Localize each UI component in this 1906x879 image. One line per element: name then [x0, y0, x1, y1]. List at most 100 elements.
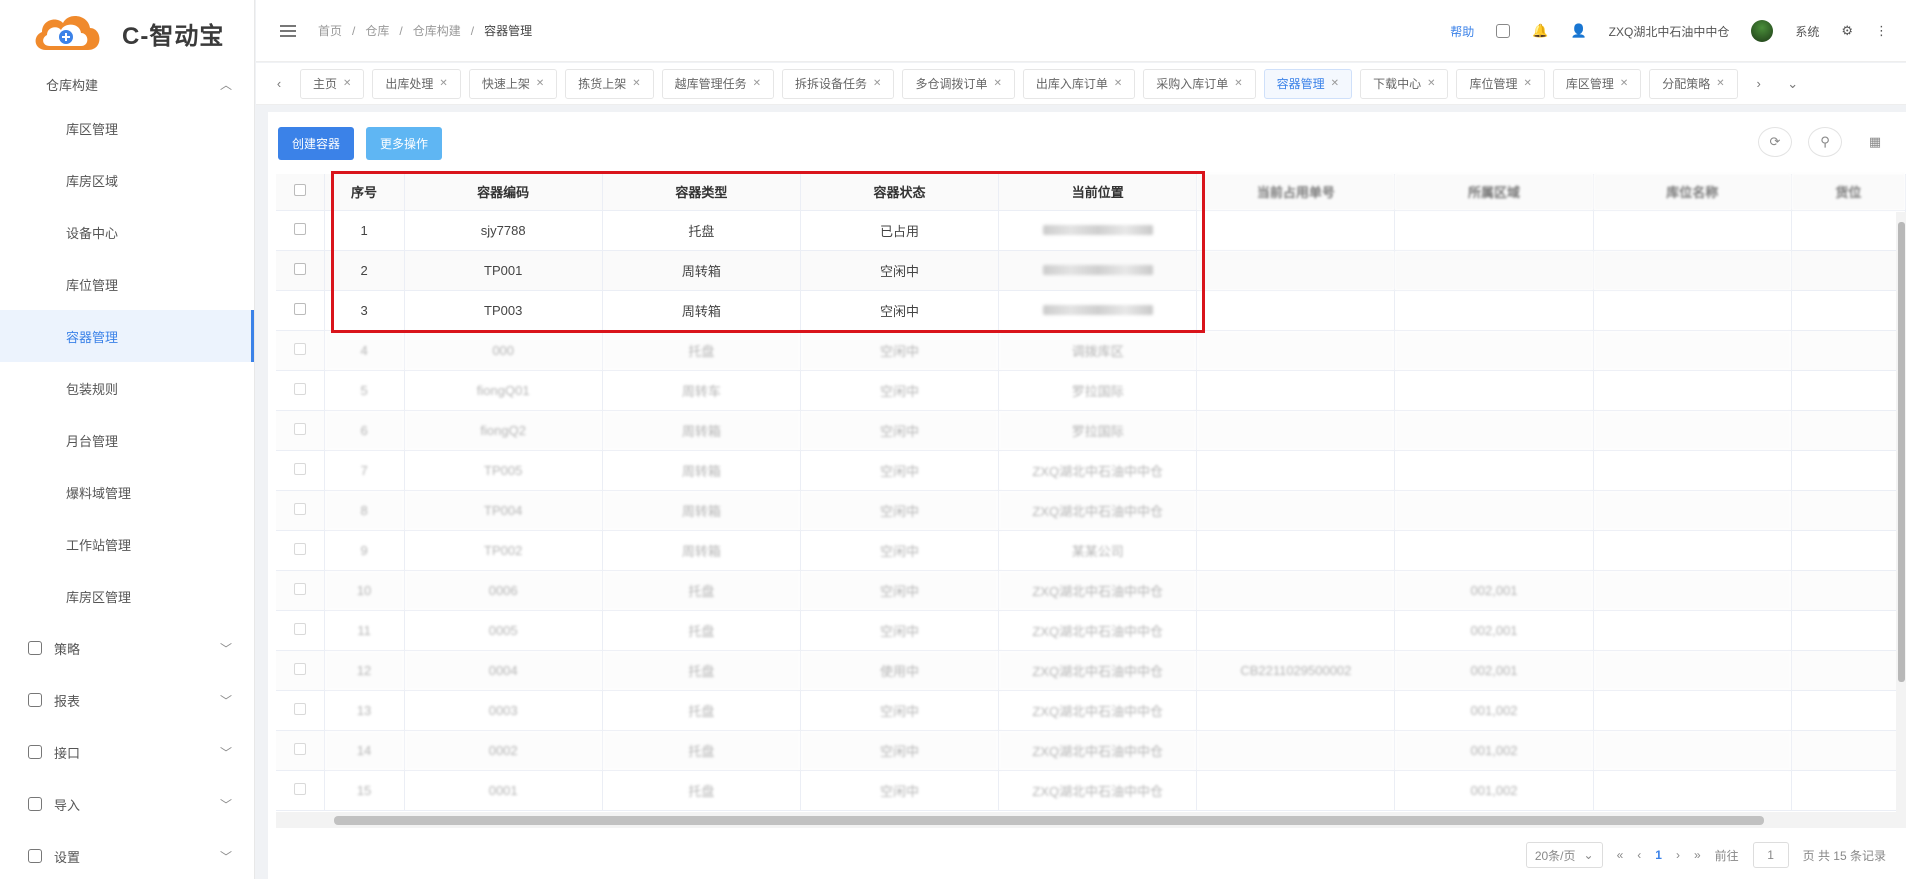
close-icon[interactable]: ✕ [1331, 78, 1339, 89]
tab[interactable]: 库区管理 ✕ [1552, 68, 1642, 99]
table-row[interactable]: 1 sjy7788 托盘 已占用 [276, 210, 1906, 251]
sidebar-section[interactable]: 接口 ﹀ [0, 726, 254, 778]
horizontal-scroll-thumb[interactable] [334, 816, 1764, 825]
close-icon[interactable]: ✕ [439, 78, 447, 89]
table-row[interactable]: 2 TP001 周转箱 空闲中 [276, 250, 1906, 291]
more-vertical-icon[interactable]: ⋮ [1875, 23, 1888, 39]
table-row[interactable]: 7 TP005 周转箱 空闲中 ZXQ湖北中石油中中仓 [276, 450, 1906, 491]
breadcrumb-item[interactable]: 仓库构建 [413, 22, 461, 39]
tab[interactable]: 主页 ✕ [300, 68, 365, 99]
column-header[interactable]: 所属区域 [1394, 174, 1594, 211]
row-checkbox-cell[interactable] [276, 210, 325, 251]
row-checkbox-cell[interactable] [276, 370, 325, 411]
tabs-dropdown-icon[interactable]: ⌄ [1780, 76, 1806, 92]
column-header[interactable]: 当前占用单号 [1196, 174, 1396, 211]
tab[interactable]: 拆拆设备任务 ✕ [782, 68, 895, 99]
sidebar-item[interactable]: 包装规则 [0, 362, 254, 414]
close-icon[interactable]: ✕ [343, 78, 351, 89]
row-checkbox-cell[interactable] [276, 530, 325, 571]
create-container-button[interactable]: 创建容器 [278, 127, 355, 160]
sidebar-section[interactable]: 导入 ﹀ [0, 778, 254, 830]
tabs-scroll-right-icon[interactable]: › [1746, 76, 1772, 91]
table-row[interactable]: 10 0006 托盘 空闲中 ZXQ湖北中石油中中仓 002,001 [276, 570, 1906, 611]
row-checkbox[interactable] [293, 702, 306, 715]
row-checkbox[interactable] [293, 342, 306, 355]
close-icon[interactable]: ✕ [1620, 78, 1628, 89]
row-checkbox-cell[interactable] [276, 570, 325, 611]
tab[interactable]: 容器管理 ✕ [1263, 68, 1353, 99]
vertical-scroll-thumb[interactable] [1898, 222, 1905, 682]
row-checkbox-cell[interactable] [276, 610, 325, 651]
row-checkbox-cell[interactable] [276, 250, 325, 291]
column-header[interactable]: 当前位置 [998, 174, 1198, 211]
tab[interactable]: 库位管理 ✕ [1456, 68, 1545, 99]
column-header[interactable]: 容器编码 [404, 174, 603, 211]
table-row[interactable]: 5 fiongQ01 周转车 空闲中 罗拉国际 [276, 370, 1906, 411]
sidebar-item[interactable]: 爆料域管理 [0, 466, 254, 518]
select-all-cell[interactable] [276, 174, 325, 211]
tab[interactable]: 下载中心 ✕ [1360, 68, 1449, 99]
search-icon[interactable]: ⚲ [1808, 127, 1842, 157]
row-checkbox-cell[interactable] [276, 290, 325, 331]
sidebar-group-warehouse-build[interactable]: 仓库构建 ︿ [0, 66, 254, 102]
tab[interactable]: 快速上架 ✕ [468, 68, 558, 99]
sidebar-item[interactable]: 设备中心 [0, 206, 254, 258]
row-checkbox-cell[interactable] [276, 330, 325, 371]
tab[interactable]: 出库入库订单 ✕ [1022, 68, 1136, 99]
sidebar-item[interactable]: 容器管理 [0, 310, 254, 362]
select-all-checkbox[interactable] [293, 184, 306, 197]
row-checkbox-cell[interactable] [276, 770, 325, 811]
row-checkbox[interactable] [293, 622, 306, 635]
row-checkbox-cell[interactable] [276, 730, 325, 771]
sidebar-item[interactable]: 库位管理 [0, 258, 254, 310]
menu-toggle-icon[interactable] [280, 24, 296, 37]
column-header[interactable]: 容器状态 [800, 174, 1000, 211]
table-row[interactable]: 4 000 托盘 空闲中 调拨库区 [276, 330, 1906, 371]
close-icon[interactable]: ✕ [753, 78, 761, 89]
row-checkbox-cell[interactable] [276, 450, 325, 491]
close-icon[interactable]: ✕ [1114, 78, 1122, 89]
tab[interactable]: 拣货上架 ✕ [565, 68, 654, 99]
last-page-icon[interactable]: » [1694, 848, 1701, 862]
row-checkbox-cell[interactable] [276, 650, 325, 691]
table-row[interactable]: 11 0005 托盘 空闲中 ZXQ湖北中石油中中仓 002,001 [276, 610, 1906, 651]
sidebar-section[interactable]: 设置 ﹀ [0, 830, 254, 879]
goto-page-input[interactable]: 1 [1752, 842, 1789, 868]
row-checkbox[interactable] [293, 302, 306, 315]
fullscreen-icon[interactable] [1496, 24, 1511, 38]
close-icon[interactable]: ✕ [993, 78, 1001, 89]
row-checkbox[interactable] [293, 502, 306, 515]
sidebar-item[interactable]: 库房区域 [0, 154, 254, 206]
settings-icon[interactable]: ⚙ [1841, 23, 1853, 39]
help-link[interactable]: 帮助 [1450, 23, 1474, 40]
breadcrumb-item[interactable]: 仓库 [365, 22, 389, 39]
sidebar-section[interactable]: 报表 ﹀ [0, 674, 254, 726]
table-row[interactable]: 9 TP002 周转箱 空闲中 某某公司 [276, 530, 1906, 571]
row-checkbox[interactable] [293, 382, 306, 395]
table-row[interactable]: 15 0001 托盘 空闲中 ZXQ湖北中石油中中仓 001,002 [276, 770, 1906, 811]
tab[interactable]: 分配策略 ✕ [1649, 68, 1738, 99]
user-role[interactable]: 系统 [1795, 23, 1819, 40]
row-checkbox[interactable] [293, 462, 306, 475]
vertical-scrollbar[interactable] [1896, 212, 1906, 812]
avatar[interactable] [1751, 20, 1774, 42]
refresh-icon[interactable]: ⟳ [1758, 127, 1792, 157]
table-row[interactable]: 6 fiongQ2 周转箱 空闲中 罗拉国际 [276, 410, 1906, 451]
user-name[interactable]: ZXQ湖北中石油中中仓 [1609, 23, 1730, 40]
row-checkbox-cell[interactable] [276, 490, 325, 531]
page-number[interactable]: 1 [1655, 848, 1662, 862]
page-size-select[interactable]: 20条/页 ⌄ [1525, 842, 1603, 868]
first-page-icon[interactable]: « [1617, 848, 1624, 862]
close-icon[interactable]: ✕ [1523, 78, 1531, 89]
row-checkbox-cell[interactable] [276, 410, 325, 451]
row-checkbox[interactable] [293, 422, 306, 435]
sidebar-item[interactable]: 库区管理 [0, 102, 254, 154]
more-actions-button[interactable]: 更多操作 [366, 127, 443, 160]
column-header[interactable]: 库位名称 [1593, 174, 1792, 211]
tab[interactable]: 多仓调拨订单 ✕ [902, 68, 1015, 99]
table-row[interactable]: 13 0003 托盘 空闲中 ZXQ湖北中石油中中仓 001,002 [276, 690, 1906, 731]
row-checkbox[interactable] [293, 662, 306, 675]
table-row[interactable]: 14 0002 托盘 空闲中 ZXQ湖北中石油中中仓 001,002 [276, 730, 1906, 771]
sidebar-item[interactable]: 月台管理 [0, 414, 254, 466]
row-checkbox[interactable] [293, 742, 306, 755]
